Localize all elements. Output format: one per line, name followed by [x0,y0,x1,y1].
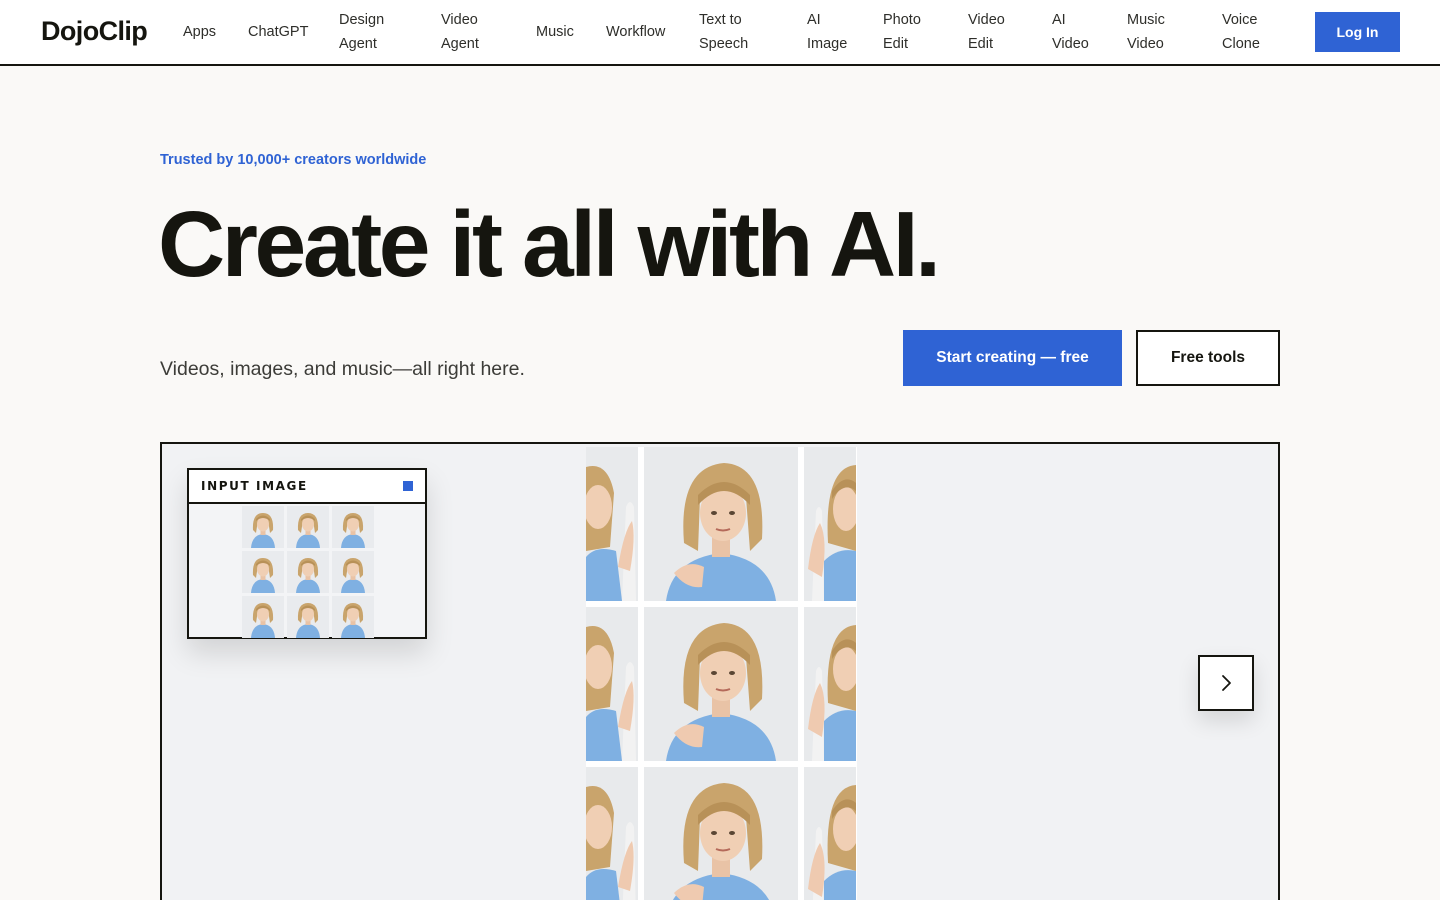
start-creating-button[interactable]: Start creating — free [903,330,1122,386]
free-tools-button[interactable]: Free tools [1136,330,1280,386]
hero-subheadline: Videos, images, and music—all right here… [160,358,525,380]
status-indicator-icon [403,481,413,491]
trusted-tagline: Trusted by 10,000+ creators worldwide [160,152,427,168]
top-navigation-bar: DojoClip Apps ChatGPT Design Agent Video… [0,0,1440,66]
nav-item-photo-edit[interactable]: Photo Edit [883,8,921,56]
login-button[interactable]: Log In [1315,12,1400,52]
input-thumbnail [287,551,329,593]
input-thumbnail [332,596,374,638]
nav-item-apps[interactable]: Apps [183,20,216,44]
input-image-label: INPUT IMAGE [201,479,308,493]
generated-photo-collage [586,447,857,900]
hero-headline: Create it all with AI. [158,192,941,296]
input-thumbnail-grid [242,506,374,638]
showcase-panel: INPUT IMAGE [160,442,1280,900]
nav-item-text-to-speech[interactable]: Text to Speech [699,8,748,56]
input-thumbnail [242,551,284,593]
nav-item-voice-clone[interactable]: Voice Clone [1222,8,1260,56]
carousel-next-button[interactable] [1198,655,1254,711]
nav-item-workflow[interactable]: Workflow [606,20,665,44]
nav-item-chatgpt[interactable]: ChatGPT [248,20,308,44]
nav-item-video-edit[interactable]: Video Edit [968,8,1005,56]
nav-item-ai-video[interactable]: AI Video [1052,8,1089,56]
input-card-header: INPUT IMAGE [189,470,425,504]
input-thumbnail [287,506,329,548]
nav-item-music[interactable]: Music [536,20,574,44]
nav-item-ai-image[interactable]: AI Image [807,8,847,56]
input-thumbnail [242,506,284,548]
dojoclip-logo[interactable]: DojoClip [41,16,148,47]
input-thumbnail [332,551,374,593]
input-thumbnail [332,506,374,548]
chevron-right-icon [1222,675,1231,691]
nav-item-video-agent[interactable]: Video Agent [441,8,479,56]
nav-item-design-agent[interactable]: Design Agent [339,8,384,56]
input-thumbnail [287,596,329,638]
input-image-card: INPUT IMAGE [187,468,427,639]
input-thumbnail [242,596,284,638]
nav-item-music-video[interactable]: Music Video [1127,8,1165,56]
